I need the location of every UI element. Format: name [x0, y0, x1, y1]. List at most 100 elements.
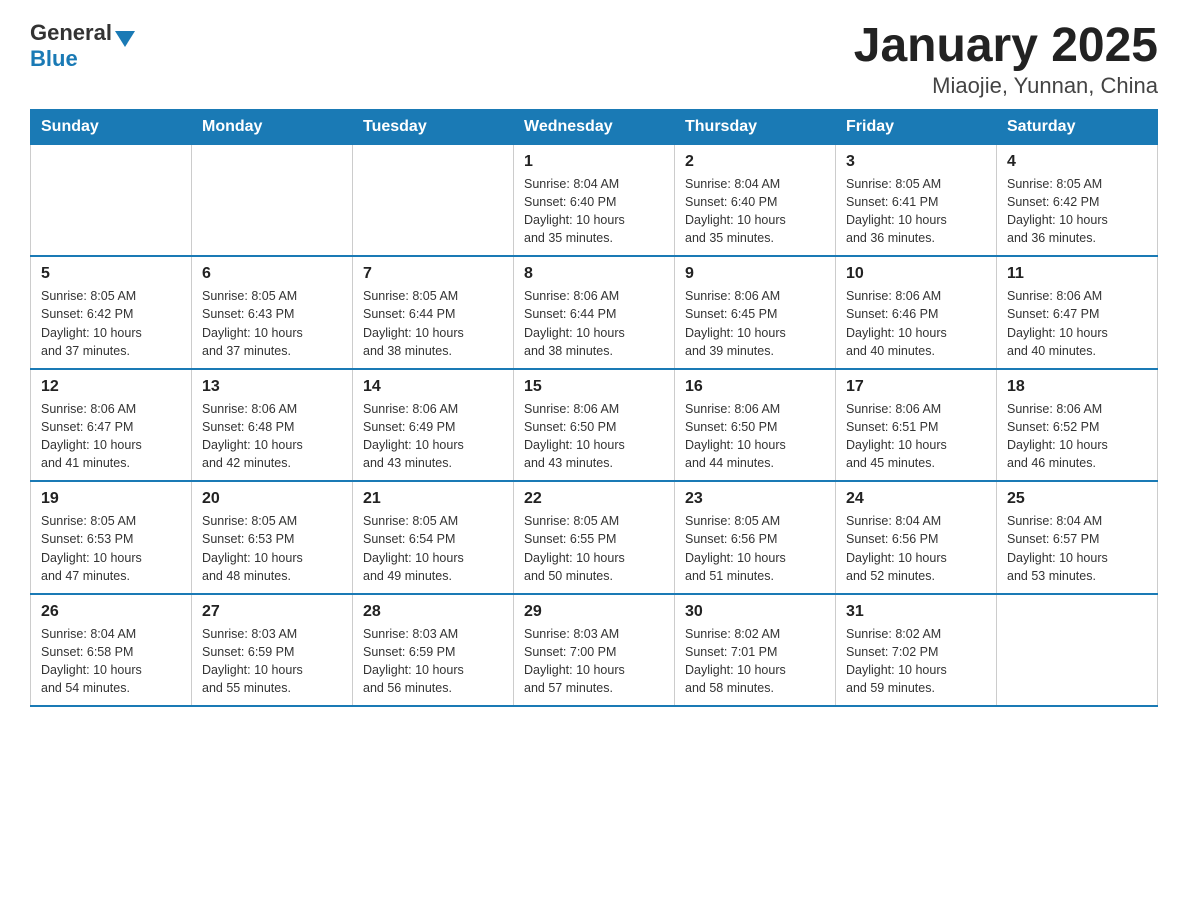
day-info: Sunrise: 8:03 AM Sunset: 7:00 PM Dayligh… [524, 625, 664, 698]
calendar-cell [31, 144, 192, 256]
day-info: Sunrise: 8:04 AM Sunset: 6:58 PM Dayligh… [41, 625, 181, 698]
day-number: 22 [524, 490, 664, 508]
day-info: Sunrise: 8:06 AM Sunset: 6:50 PM Dayligh… [685, 400, 825, 473]
day-info: Sunrise: 8:04 AM Sunset: 6:57 PM Dayligh… [1007, 512, 1147, 585]
weekday-header-saturday: Saturday [997, 109, 1158, 144]
day-number: 19 [41, 490, 181, 508]
day-info: Sunrise: 8:04 AM Sunset: 6:56 PM Dayligh… [846, 512, 986, 585]
calendar-week-5: 26 Sunrise: 8:04 AM Sunset: 6:58 PM Dayli… [31, 594, 1158, 707]
calendar-cell: 15 Sunrise: 8:06 AM Sunset: 6:50 PM Dayli… [514, 369, 675, 482]
calendar-cell: 1 Sunrise: 8:04 AM Sunset: 6:40 PM Daylig… [514, 144, 675, 256]
calendar-cell [997, 594, 1158, 707]
day-number: 29 [524, 603, 664, 621]
day-info: Sunrise: 8:06 AM Sunset: 6:47 PM Dayligh… [1007, 287, 1147, 360]
calendar-cell: 12 Sunrise: 8:06 AM Sunset: 6:47 PM Dayli… [31, 369, 192, 482]
calendar-cell: 17 Sunrise: 8:06 AM Sunset: 6:51 PM Dayli… [836, 369, 997, 482]
day-number: 11 [1007, 265, 1147, 283]
calendar-cell: 28 Sunrise: 8:03 AM Sunset: 6:59 PM Dayli… [353, 594, 514, 707]
day-number: 25 [1007, 490, 1147, 508]
day-info: Sunrise: 8:02 AM Sunset: 7:02 PM Dayligh… [846, 625, 986, 698]
day-number: 4 [1007, 153, 1147, 171]
day-info: Sunrise: 8:06 AM Sunset: 6:50 PM Dayligh… [524, 400, 664, 473]
calendar-cell: 9 Sunrise: 8:06 AM Sunset: 6:45 PM Daylig… [675, 256, 836, 369]
calendar-cell: 2Sunrise: 8:04 AM Sunset: 6:40 PM Daylig… [675, 144, 836, 256]
calendar-title: January 2025 [854, 20, 1158, 73]
day-info: Sunrise: 8:05 AM Sunset: 6:55 PM Dayligh… [524, 512, 664, 585]
calendar-week-3: 12 Sunrise: 8:06 AM Sunset: 6:47 PM Dayli… [31, 369, 1158, 482]
calendar-cell [353, 144, 514, 256]
calendar-week-2: 5Sunrise: 8:05 AM Sunset: 6:42 PM Daylig… [31, 256, 1158, 369]
day-number: 6 [202, 265, 342, 283]
day-info: Sunrise: 8:06 AM Sunset: 6:49 PM Dayligh… [363, 400, 503, 473]
calendar-cell: 6 Sunrise: 8:05 AM Sunset: 6:43 PM Daylig… [192, 256, 353, 369]
day-number: 24 [846, 490, 986, 508]
calendar-cell: 27Sunrise: 8:03 AM Sunset: 6:59 PM Dayli… [192, 594, 353, 707]
weekday-header-thursday: Thursday [675, 109, 836, 144]
calendar-cell: 10Sunrise: 8:06 AM Sunset: 6:46 PM Dayli… [836, 256, 997, 369]
day-info: Sunrise: 8:06 AM Sunset: 6:46 PM Dayligh… [846, 287, 986, 360]
day-info: Sunrise: 8:06 AM Sunset: 6:45 PM Dayligh… [685, 287, 825, 360]
day-number: 1 [524, 153, 664, 171]
calendar-cell: 16 Sunrise: 8:06 AM Sunset: 6:50 PM Dayli… [675, 369, 836, 482]
day-info: Sunrise: 8:05 AM Sunset: 6:42 PM Dayligh… [1007, 175, 1147, 248]
day-info: Sunrise: 8:06 AM Sunset: 6:51 PM Dayligh… [846, 400, 986, 473]
day-number: 26 [41, 603, 181, 621]
day-info: Sunrise: 8:05 AM Sunset: 6:41 PM Dayligh… [846, 175, 986, 248]
day-info: Sunrise: 8:04 AM Sunset: 6:40 PM Dayligh… [685, 175, 825, 248]
day-number: 3 [846, 153, 986, 171]
day-number: 28 [363, 603, 503, 621]
day-number: 23 [685, 490, 825, 508]
calendar-cell: 20 Sunrise: 8:05 AM Sunset: 6:53 PM Dayli… [192, 481, 353, 594]
calendar-cell: 3 Sunrise: 8:05 AM Sunset: 6:41 PM Daylig… [836, 144, 997, 256]
weekday-header-friday: Friday [836, 109, 997, 144]
day-info: Sunrise: 8:04 AM Sunset: 6:40 PM Dayligh… [524, 175, 664, 248]
day-number: 5 [41, 265, 181, 283]
day-info: Sunrise: 8:02 AM Sunset: 7:01 PM Dayligh… [685, 625, 825, 698]
calendar-cell: 7Sunrise: 8:05 AM Sunset: 6:44 PM Daylig… [353, 256, 514, 369]
day-info: Sunrise: 8:06 AM Sunset: 6:47 PM Dayligh… [41, 400, 181, 473]
calendar-cell: 31 Sunrise: 8:02 AM Sunset: 7:02 PM Dayli… [836, 594, 997, 707]
day-number: 18 [1007, 378, 1147, 396]
day-number: 20 [202, 490, 342, 508]
day-number: 9 [685, 265, 825, 283]
page-header: General Blue January 2025 Miaojie, Yunna… [30, 20, 1158, 99]
day-info: Sunrise: 8:06 AM Sunset: 6:44 PM Dayligh… [524, 287, 664, 360]
calendar-week-4: 19 Sunrise: 8:05 AM Sunset: 6:53 PM Dayli… [31, 481, 1158, 594]
day-info: Sunrise: 8:05 AM Sunset: 6:43 PM Dayligh… [202, 287, 342, 360]
day-number: 21 [363, 490, 503, 508]
weekday-header-monday: Monday [192, 109, 353, 144]
day-number: 27 [202, 603, 342, 621]
day-number: 16 [685, 378, 825, 396]
logo-triangle-icon [115, 31, 135, 47]
day-info: Sunrise: 8:05 AM Sunset: 6:53 PM Dayligh… [202, 512, 342, 585]
weekday-header-tuesday: Tuesday [353, 109, 514, 144]
calendar-cell: 5Sunrise: 8:05 AM Sunset: 6:42 PM Daylig… [31, 256, 192, 369]
day-number: 17 [846, 378, 986, 396]
weekday-header-wednesday: Wednesday [514, 109, 675, 144]
calendar-table: SundayMondayTuesdayWednesdayThursdayFrid… [30, 109, 1158, 708]
day-info: Sunrise: 8:03 AM Sunset: 6:59 PM Dayligh… [363, 625, 503, 698]
day-info: Sunrise: 8:05 AM Sunset: 6:53 PM Dayligh… [41, 512, 181, 585]
day-info: Sunrise: 8:05 AM Sunset: 6:54 PM Dayligh… [363, 512, 503, 585]
day-number: 14 [363, 378, 503, 396]
calendar-cell: 24 Sunrise: 8:04 AM Sunset: 6:56 PM Dayli… [836, 481, 997, 594]
day-number: 7 [363, 265, 503, 283]
calendar-cell: 14 Sunrise: 8:06 AM Sunset: 6:49 PM Dayli… [353, 369, 514, 482]
calendar-week-1: 1 Sunrise: 8:04 AM Sunset: 6:40 PM Daylig… [31, 144, 1158, 256]
day-number: 15 [524, 378, 664, 396]
calendar-cell: 30Sunrise: 8:02 AM Sunset: 7:01 PM Dayli… [675, 594, 836, 707]
day-info: Sunrise: 8:05 AM Sunset: 6:56 PM Dayligh… [685, 512, 825, 585]
day-number: 8 [524, 265, 664, 283]
day-info: Sunrise: 8:06 AM Sunset: 6:48 PM Dayligh… [202, 400, 342, 473]
calendar-cell: 19 Sunrise: 8:05 AM Sunset: 6:53 PM Dayli… [31, 481, 192, 594]
calendar-subtitle: Miaojie, Yunnan, China [854, 73, 1158, 99]
calendar-cell: 8 Sunrise: 8:06 AM Sunset: 6:44 PM Daylig… [514, 256, 675, 369]
logo: General Blue [30, 20, 135, 72]
calendar-cell: 29 Sunrise: 8:03 AM Sunset: 7:00 PM Dayli… [514, 594, 675, 707]
day-number: 31 [846, 603, 986, 621]
calendar-cell: 18Sunrise: 8:06 AM Sunset: 6:52 PM Dayli… [997, 369, 1158, 482]
calendar-cell: 23 Sunrise: 8:05 AM Sunset: 6:56 PM Dayli… [675, 481, 836, 594]
weekday-header-sunday: Sunday [31, 109, 192, 144]
day-number: 12 [41, 378, 181, 396]
calendar-cell: 21 Sunrise: 8:05 AM Sunset: 6:54 PM Dayli… [353, 481, 514, 594]
